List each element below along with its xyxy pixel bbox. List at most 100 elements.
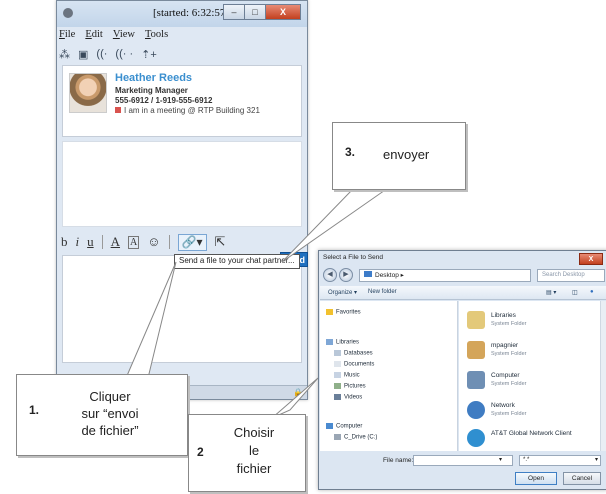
file-list: Libraries System Folder mpagnier System … [459, 301, 606, 451]
globe-icon [467, 429, 485, 447]
tree-item-documents[interactable]: Documents [334, 361, 374, 368]
chat-window: [started: 6:32:57 PM] – □ X File Edit Vi… [56, 0, 308, 400]
callout-1-line-3: de fichier” [81, 423, 139, 438]
open-button[interactable]: Open [515, 472, 557, 485]
callout-3-text: envoyer [383, 147, 430, 162]
callout-step-2: 2 Choisir le fichier [188, 414, 306, 492]
send-file-tooltip: Send a file to your chat partner... [174, 254, 300, 269]
minimize-button[interactable]: – [223, 4, 245, 20]
file-dialog: Select a File to Send X ◀ ▶ Desktop ▸ Se… [318, 250, 606, 490]
close-button[interactable]: X [265, 4, 301, 20]
whiteboard-icon[interactable]: ▣ [78, 48, 88, 61]
contact-status: I am in a meeting @ RTP Building 321 [115, 106, 260, 115]
title-bar: [started: 6:32:57 PM] – □ X [57, 1, 307, 27]
organize-menu[interactable]: Organize ▾ [328, 289, 357, 296]
file-list-scrollbar[interactable] [600, 301, 606, 451]
conversation-pane [62, 141, 302, 227]
music-icon [334, 372, 341, 378]
send-file-button[interactable]: 🔗▾ [177, 233, 207, 251]
navigation-bar: ◀ ▶ Desktop ▸ Search Desktop [323, 268, 605, 283]
avatar [69, 73, 107, 113]
file-type-select[interactable]: *.* ▾ [519, 455, 601, 466]
address-bar[interactable]: Desktop ▸ [359, 269, 531, 282]
app-icon [63, 8, 73, 18]
navigation-tree: Favorites Libraries Databases Documents … [320, 301, 458, 451]
star-icon [326, 309, 333, 315]
lock-icon: 🔒 [293, 388, 303, 397]
network-icon [467, 401, 485, 419]
dialog-close-button[interactable]: X [579, 253, 603, 265]
callout-step-3: 3. envoyer [332, 122, 466, 190]
video-icon [334, 394, 341, 400]
italic-button[interactable]: i [76, 234, 80, 250]
callout-step-1: 1. Cliquer sur “envoi de fichier” [16, 374, 188, 456]
address-text: Desktop ▸ [375, 272, 404, 279]
callout-1-number: 1. [29, 403, 40, 417]
pictures-icon [334, 383, 341, 389]
menu-file[interactable]: File [59, 29, 75, 40]
tree-item-databases[interactable]: Databases [334, 350, 373, 357]
chevron-down-icon[interactable]: ▾ [499, 456, 502, 463]
search-input[interactable]: Search Desktop [537, 269, 605, 282]
callout-2-number: 2 [197, 445, 204, 459]
invite-icon[interactable]: ⁂ [59, 48, 70, 61]
desktop-icon [364, 271, 372, 277]
font-color-button[interactable]: A [111, 234, 120, 250]
libraries-icon [467, 311, 485, 329]
tree-item-music[interactable]: Music [334, 372, 360, 379]
contact-name[interactable]: Heather Reeds [115, 72, 192, 84]
computer-icon [467, 371, 485, 389]
tree-item-libraries[interactable]: Libraries [326, 339, 359, 346]
menu-bar: File Edit View Tools [59, 29, 168, 40]
callout-1-line-2: sur “envoi [81, 406, 139, 421]
help-icon[interactable]: ● [590, 289, 594, 295]
bold-button[interactable]: b [61, 234, 68, 250]
tree-item-videos[interactable]: Videos [334, 394, 362, 401]
add-participant-icon[interactable]: ⇡+ [141, 48, 157, 61]
callout-2-line-1: Choisir [233, 425, 275, 440]
back-button[interactable]: ◀ [323, 268, 337, 282]
tree-item-favorites[interactable]: Favorites [326, 309, 361, 316]
file-name-field[interactable] [413, 455, 513, 466]
user-folder-icon [467, 341, 485, 359]
call-icon[interactable]: ((· [96, 48, 107, 60]
document-icon [334, 361, 341, 367]
view-options-icon[interactable]: ▤ ▾ [546, 289, 556, 296]
drive-icon [334, 434, 341, 440]
callout-1-line-1: Cliquer [89, 389, 131, 404]
folder-icon [334, 350, 341, 356]
font-style-button[interactable]: A [128, 235, 140, 249]
message-input[interactable] [62, 255, 302, 363]
contact-title: Marketing Manager [115, 86, 188, 95]
menu-edit[interactable]: Edit [85, 29, 103, 40]
new-folder-button[interactable]: New folder [368, 289, 397, 295]
computer-icon [326, 423, 333, 429]
contact-phone: 555-6912 / 1-919-555-6912 [115, 96, 213, 105]
library-icon [326, 339, 333, 345]
tree-item-c-drive[interactable]: C_Drive (C:) [334, 434, 377, 441]
maximize-button[interactable]: □ [244, 4, 266, 20]
status-text: I am in a meeting @ RTP Building 321 [124, 106, 260, 115]
preview-pane-icon[interactable]: ◫ [572, 289, 578, 296]
cancel-button[interactable]: Cancel [563, 472, 601, 485]
file-name-label: File name: [383, 457, 414, 464]
command-bar: Organize ▾ New folder ▤ ▾ ◫ ● [320, 286, 606, 300]
call-menu-icon[interactable]: ((· · [115, 48, 133, 60]
forward-button[interactable]: ▶ [339, 268, 353, 282]
chat-toolbar: ⁂ ▣ ((· ((· · ⇡+ [59, 46, 157, 62]
tree-item-pictures[interactable]: Pictures [334, 383, 366, 390]
menu-tools[interactable]: Tools [145, 29, 168, 40]
format-toolbar: b i u A A ☺ 🔗▾ ⇱ [61, 232, 225, 252]
callout-2-line-3: fichier [236, 461, 272, 476]
callout-2-line-2: le [248, 443, 260, 458]
divider [168, 235, 170, 249]
underline-button[interactable]: u [87, 234, 94, 250]
callout-3-number: 3. [345, 145, 356, 159]
chevron-down-icon: ▾ [594, 457, 598, 463]
more-actions-icon[interactable]: ⇱ [215, 234, 226, 250]
emoticon-icon[interactable]: ☺ [147, 234, 160, 250]
menu-view[interactable]: View [113, 29, 135, 40]
divider [101, 235, 103, 249]
tree-item-computer[interactable]: Computer [326, 423, 362, 430]
status-icon [115, 107, 121, 113]
